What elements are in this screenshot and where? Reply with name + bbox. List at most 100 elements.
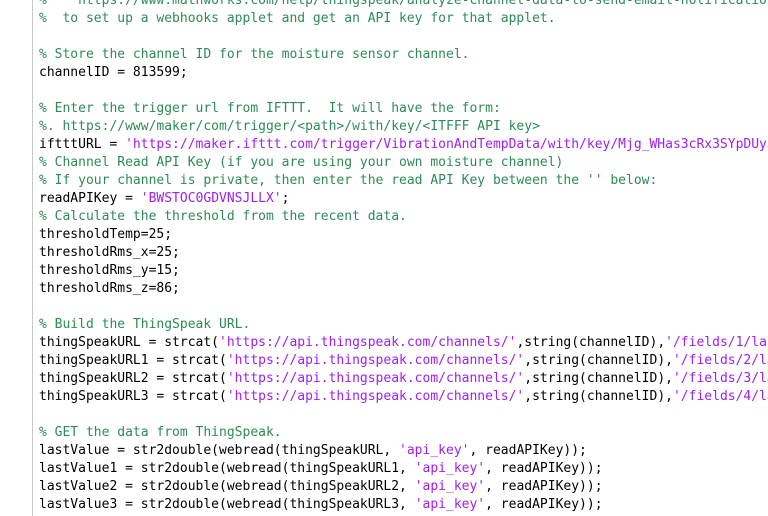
code-token-string: 'BWSTOC0GDVNSJLLX' <box>140 191 282 206</box>
code-token-plain: , readAPIKey)); <box>485 479 603 494</box>
code-line[interactable]: 12 <box>0 81 768 99</box>
code-line-text[interactable]: % to set up a webhooks applet and get an… <box>33 10 556 28</box>
code-line[interactable]: 30 <box>0 405 768 423</box>
code-scroll-surface[interactable]: 7% https://www.mathworks.com/help/things… <box>0 0 768 516</box>
code-line[interactable]: 23thresholdRms_z=86; <box>0 279 768 297</box>
code-token-plain: thingSpeakURL2 = strcat( <box>39 371 227 386</box>
code-token-comment: % Channel Read API Key (if you are using… <box>39 155 564 170</box>
code-line-text[interactable]: % Build the ThingSpeak URL. <box>33 316 250 334</box>
code-token-plain: ,string(channelID), <box>524 389 673 404</box>
code-line[interactable]: 24 <box>0 297 768 315</box>
code-token-string: 'api_key' <box>414 479 486 494</box>
code-line[interactable]: 33lastValue1 = str2double(webread(thingS… <box>0 459 768 477</box>
code-line[interactable]: 13% Enter the trigger url from IFTTT. It… <box>0 99 768 117</box>
code-line-text[interactable]: channelID = 813599; <box>33 64 188 82</box>
code-token-plain: iftttURL = <box>39 137 126 152</box>
code-line-text[interactable]: lastValue3 = str2double(webread(thingSpe… <box>33 496 603 514</box>
code-line[interactable]: 19% Calculate the threshold from the rec… <box>0 207 768 225</box>
code-token-comment: % https://www.mathworks.com/help/thingsp… <box>39 0 768 8</box>
code-token-comment: % If your channel is private, then enter… <box>39 173 658 188</box>
code-line[interactable]: 14%. https://www/maker/com/trigger/<path… <box>0 117 768 135</box>
code-token-plain: ,string(channelID), <box>524 353 673 368</box>
code-token-plain: , readAPIKey)); <box>485 497 603 512</box>
code-token-comment: % Calculate the threshold from the recen… <box>39 209 407 224</box>
code-token-comment: % Enter the trigger url from IFTTT. It w… <box>39 101 501 116</box>
code-line[interactable]: 32lastValue = str2double(webread(thingSp… <box>0 441 768 459</box>
code-line[interactable]: 16% Channel Read API Key (if you are usi… <box>0 153 768 171</box>
code-line[interactable]: 11channelID = 813599; <box>0 63 768 81</box>
code-line[interactable]: 15iftttURL = 'https://maker.ifttt.com/tr… <box>0 135 768 153</box>
code-line-text[interactable]: % Channel Read API Key (if you are using… <box>33 154 563 172</box>
code-line-text[interactable]: % Store the channel ID for the moisture … <box>33 46 469 64</box>
code-token-comment: %. https://www/maker/com/trigger/<path>/… <box>39 119 540 134</box>
code-line[interactable]: 31% GET the data from ThingSpeak. <box>0 423 768 441</box>
code-token-plain: , readAPIKey)); <box>485 461 603 476</box>
code-token-string: 'api_key' <box>414 461 486 476</box>
code-token-plain: thresholdTemp=25; <box>39 227 173 242</box>
code-line-text[interactable]: % Calculate the threshold from the recen… <box>33 208 407 226</box>
code-line-text[interactable]: readAPIKey = 'BWSTOC0GDVNSJLLX'; <box>33 190 289 208</box>
code-line-text[interactable]: thingSpeakURL1 = strcat('https://api.thi… <box>33 352 768 370</box>
code-token-plain: ; <box>281 191 290 206</box>
code-token-plain: readAPIKey = <box>39 191 141 206</box>
code-line[interactable]: 7% https://www.mathworks.com/help/things… <box>0 0 768 9</box>
code-token-plain: lastValue3 = str2double(webread(thingSpe… <box>39 497 415 512</box>
code-line[interactable]: 21thresholdRms_x=25; <box>0 243 768 261</box>
code-token-plain: lastValue2 = str2double(webread(thingSpe… <box>39 479 415 494</box>
code-line[interactable]: 22thresholdRms_y=15; <box>0 261 768 279</box>
code-line-text[interactable]: % If your channel is private, then enter… <box>33 172 657 190</box>
code-line-text[interactable]: thresholdRms_x=25; <box>33 244 180 262</box>
code-token-plain: thresholdRms_y=15; <box>39 263 180 278</box>
code-line-text[interactable]: thresholdRms_z=86; <box>33 280 180 298</box>
code-line[interactable]: 35lastValue3 = str2double(webread(thingS… <box>0 495 768 513</box>
code-token-string: '/fields/3/last' <box>672 371 768 386</box>
code-line[interactable]: 25% Build the ThingSpeak URL. <box>0 315 768 333</box>
code-editor[interactable]: 7% https://www.mathworks.com/help/things… <box>0 0 768 516</box>
code-token-string: 'https://maker.ifttt.com/trigger/Vibrati… <box>125 137 768 152</box>
code-line-text[interactable]: lastValue2 = str2double(webread(thingSpe… <box>33 478 603 496</box>
code-token-comment: % Store the channel ID for the moisture … <box>39 47 470 62</box>
code-line-text[interactable]: %. https://www/maker/com/trigger/<path>/… <box>33 118 540 136</box>
code-line[interactable]: 26thingSpeakURL = strcat('https://api.th… <box>0 333 768 351</box>
code-line-text[interactable]: lastValue = str2double(webread(thingSpea… <box>33 442 587 460</box>
code-token-plain: channelID = 813599; <box>39 65 188 80</box>
code-token-plain: ,string(channelID), <box>516 335 666 350</box>
code-line[interactable]: 9 <box>0 27 768 45</box>
code-token-plain: , readAPIKey)); <box>469 443 587 458</box>
code-token-string: 'https://api.thingspeak.com/channels/' <box>226 389 525 404</box>
line-number-gutter <box>0 0 33 516</box>
code-line[interactable]: 27thingSpeakURL1 = strcat('https://api.t… <box>0 351 768 369</box>
code-line[interactable]: 18readAPIKey = 'BWSTOC0GDVNSJLLX'; <box>0 189 768 207</box>
code-line[interactable]: 28thingSpeakURL2 = strcat('https://api.t… <box>0 369 768 387</box>
code-token-comment: % Build the ThingSpeak URL. <box>39 317 251 332</box>
code-line-text[interactable]: lastValue1 = str2double(webread(thingSpe… <box>33 460 603 478</box>
code-line-text[interactable]: % Enter the trigger url from IFTTT. It w… <box>33 100 501 118</box>
code-line-text[interactable]: % GET the data from ThingSpeak. <box>33 424 282 442</box>
code-token-string: '/fields/4/last' <box>672 389 768 404</box>
code-line-text[interactable]: thingSpeakURL2 = strcat('https://api.thi… <box>33 370 768 388</box>
code-lines-container: 7% https://www.mathworks.com/help/things… <box>0 0 768 516</box>
code-line[interactable]: 8% to set up a webhooks applet and get a… <box>0 9 768 27</box>
code-token-string: 'https://api.thingspeak.com/channels/' <box>226 353 525 368</box>
code-token-plain: thresholdRms_x=25; <box>39 245 180 260</box>
code-token-plain: thingSpeakURL1 = strcat( <box>39 353 227 368</box>
code-line[interactable]: 29thingSpeakURL3 = strcat('https://api.t… <box>0 387 768 405</box>
code-token-string: 'api_key' <box>399 443 470 458</box>
code-token-plain: lastValue1 = str2double(webread(thingSpe… <box>39 461 415 476</box>
code-line-text[interactable]: thingSpeakURL = strcat('https://api.thin… <box>33 334 768 352</box>
code-token-plain: thingSpeakURL3 = strcat( <box>39 389 227 404</box>
code-line-text[interactable]: thresholdRms_y=15; <box>33 262 180 280</box>
code-line[interactable]: 10% Store the channel ID for the moistur… <box>0 45 768 63</box>
code-line[interactable]: 20thresholdTemp=25; <box>0 225 768 243</box>
code-line[interactable]: 17% If your channel is private, then ent… <box>0 171 768 189</box>
code-token-comment: % GET the data from ThingSpeak. <box>39 425 282 440</box>
code-token-plain: thresholdRms_z=86; <box>39 281 180 296</box>
code-token-string: '/fields/2/last' <box>672 353 768 368</box>
code-token-string: 'https://api.thingspeak.com/channels/' <box>219 335 517 350</box>
code-line-text[interactable]: thresholdTemp=25; <box>33 226 172 244</box>
code-line[interactable]: 34lastValue2 = str2double(webread(thingS… <box>0 477 768 495</box>
code-token-plain: lastValue = str2double(webread(thingSpea… <box>39 443 400 458</box>
code-line-text[interactable]: thingSpeakURL3 = strcat('https://api.thi… <box>33 388 768 406</box>
code-token-string: 'https://api.thingspeak.com/channels/' <box>226 371 525 386</box>
code-line-text[interactable]: iftttURL = 'https://maker.ifttt.com/trig… <box>33 136 768 154</box>
